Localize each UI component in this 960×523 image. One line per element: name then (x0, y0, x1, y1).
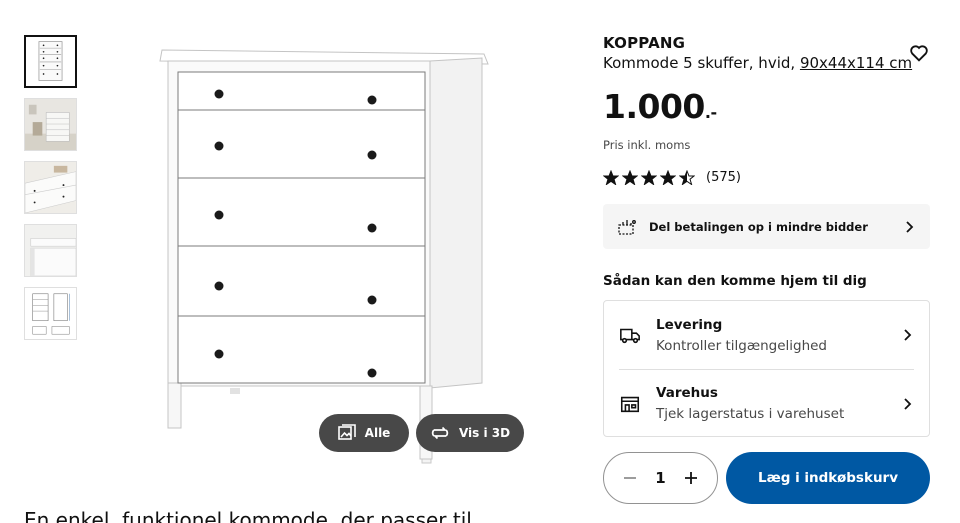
chevron-right-icon (900, 328, 914, 342)
product-image[interactable] (130, 28, 530, 468)
price-note: Pris inkl. moms (603, 138, 691, 152)
view-3d-button[interactable]: Vis i 3D (416, 414, 524, 452)
star-icon (660, 169, 676, 185)
quantity-value[interactable]: 1 (655, 469, 665, 487)
product-type: Kommode 5 skuffer, hvid, (603, 54, 796, 72)
payment-split-label: Del betalingen op i mindre bidder (649, 219, 868, 234)
product-description: En enkel, funktionel kommode, der passer… (24, 508, 472, 523)
delivery-options: Levering Kontroller tilgængelighed Vareh… (603, 300, 930, 437)
delivery-option-subtitle: Tjek lagerstatus i varehuset (656, 406, 845, 422)
product-price: 1.000.- (603, 88, 930, 132)
delivery-option-title: Levering (656, 316, 723, 333)
product-info-panel: KOPPANG Kommode 5 skuffer, hvid, 90x44x1… (603, 34, 930, 437)
rating-stars (603, 169, 698, 185)
thumbnail-list (24, 35, 78, 350)
star-icon (641, 169, 657, 185)
delivery-option-text: Varehus Tjek lagerstatus i varehuset (656, 385, 900, 422)
buy-row: 1 Læg i indkøbskurv (603, 452, 930, 504)
decrease-quantity-button[interactable] (619, 467, 641, 489)
review-count: (575) (706, 169, 741, 185)
thumbnail-front-view[interactable] (24, 35, 77, 88)
show-all-label: Alle (364, 426, 391, 440)
payment-split-banner[interactable]: Del betalingen op i mindre bidder (603, 204, 930, 249)
product-subtitle: Kommode 5 skuffer, hvid, 90x44x114 cm (603, 54, 930, 72)
gallery-icon (337, 424, 356, 442)
price-suffix: .- (704, 103, 717, 122)
payment-split-icon (617, 218, 637, 236)
view-3d-label: Vis i 3D (458, 426, 511, 440)
thumbnail-drawer-detail[interactable] (24, 224, 77, 277)
quantity-stepper: 1 (603, 452, 718, 504)
chevron-right-icon (902, 220, 916, 234)
show-all-images-button[interactable]: Alle (319, 414, 409, 452)
delivery-option-title: Varehus (656, 385, 718, 401)
increase-quantity-button[interactable] (680, 467, 702, 489)
add-to-cart-button[interactable]: Læg i indkøbskurv (726, 452, 930, 504)
delivery-option-varehus[interactable]: Varehus Tjek lagerstatus i varehuset (619, 369, 914, 437)
rating[interactable]: (575) (603, 168, 930, 186)
delivery-heading: Sådan kan den komme hjem til dig (603, 273, 867, 289)
delivery-option-levering[interactable]: Levering Kontroller tilgængelighed (619, 301, 914, 369)
store-icon (619, 393, 641, 415)
rotate-3d-icon (430, 425, 450, 441)
thumbnail-room-view[interactable] (24, 98, 77, 151)
star-icon (622, 169, 638, 185)
chevron-right-icon (900, 397, 914, 411)
star-icon (603, 169, 619, 185)
delivery-option-text: Levering Kontroller tilgængelighed (656, 317, 900, 354)
star-icon (679, 169, 695, 185)
price-main: 1.000 (603, 87, 705, 126)
thumbnail-top-detail[interactable] (24, 161, 77, 214)
thumbnail-dimensions[interactable] (24, 287, 77, 340)
product-name: KOPPANG (603, 34, 686, 52)
delivery-option-subtitle: Kontroller tilgængelighed (656, 337, 828, 354)
product-dimensions-link[interactable]: 90x44x114 cm (800, 54, 912, 72)
truck-icon (619, 324, 641, 346)
heart-icon[interactable] (908, 42, 930, 64)
